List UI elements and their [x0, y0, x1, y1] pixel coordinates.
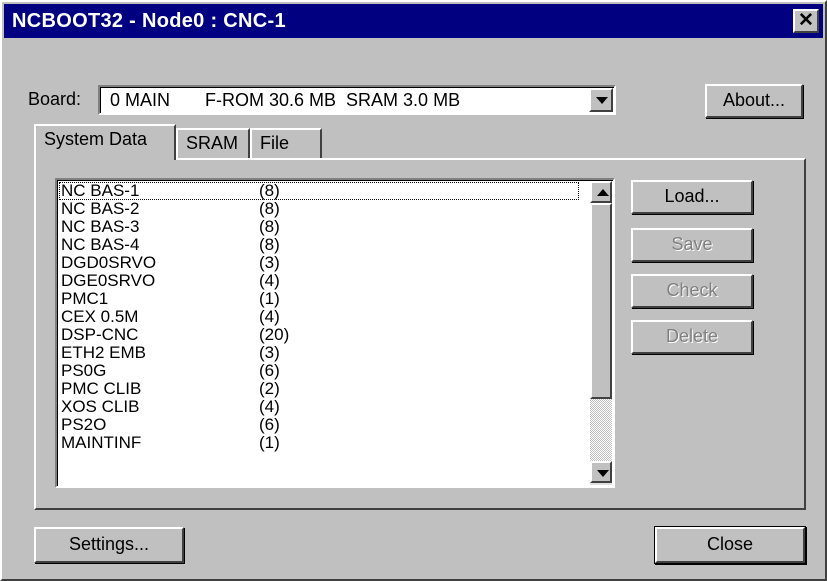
list-item[interactable]: NC BAS-4 (8): [59, 236, 579, 254]
list-item[interactable]: NC BAS-1 (8): [59, 182, 579, 200]
list-rows: NC BAS-1 (8) NC BAS-2 (8) NC BAS-3 (8) NC BAS-…: [59, 182, 579, 452]
scroll-track[interactable]: [590, 399, 612, 461]
close-button[interactable]: Close: [655, 527, 805, 563]
scroll-thumb[interactable]: [590, 203, 612, 399]
tab-file[interactable]: File: [250, 128, 322, 158]
list-item-name: PS2O: [61, 415, 107, 434]
settings-button[interactable]: Settings...: [34, 527, 184, 563]
list-item-count: (20): [259, 325, 290, 344]
about-button-label: About...: [722, 90, 786, 110]
list-item-name: CEX 0.5M: [61, 307, 139, 326]
list-item-count: (3): [259, 253, 280, 272]
list-scrollbar[interactable]: [590, 181, 612, 485]
list-item-count: (6): [259, 415, 280, 434]
list-item[interactable]: CEX 0.5M (4): [59, 308, 579, 326]
list-item-name: NC BAS-2: [61, 199, 140, 218]
about-button[interactable]: About...: [705, 84, 803, 118]
load-button[interactable]: Load...: [631, 180, 753, 214]
list-item[interactable]: NC BAS-2 (8): [59, 200, 579, 218]
list-item[interactable]: ETH2 EMB (3): [59, 344, 579, 362]
list-item-name: NC BAS-3: [61, 217, 140, 236]
scroll-up-button[interactable]: [590, 181, 612, 203]
list-item[interactable]: DGD0SRVO (3): [59, 254, 579, 272]
list-item-name: NC BAS-4: [61, 235, 140, 254]
list-item-count: (1): [259, 433, 280, 452]
list-item[interactable]: NC BAS-3 (8): [59, 218, 579, 236]
check-button-label: Check: [666, 280, 718, 300]
board-select-value: 0 MAIN F-ROM 30.6 MB SRAM 3.0 MB: [110, 90, 461, 110]
tab-sram-label: SRAM: [186, 133, 239, 153]
list-item-name: ETH2 EMB: [61, 343, 147, 362]
tab-system-data[interactable]: System Data: [34, 124, 176, 160]
settings-button-label: Settings...: [68, 534, 150, 554]
close-window-button[interactable]: ✕: [793, 9, 819, 33]
list-item-count: (1): [259, 289, 280, 308]
board-label: Board:: [28, 89, 81, 110]
chevron-down-icon: [597, 470, 609, 477]
list-item-count: (3): [259, 343, 280, 362]
ncboot32-window: NCBOOT32 - Node0 : CNC-1 ✕ Board: 0 MAIN…: [0, 0, 827, 581]
close-button-label: Close: [706, 534, 754, 554]
list-item-count: (8): [259, 217, 280, 236]
list-item-count: (6): [259, 361, 280, 380]
window-title: NCBOOT32 - Node0 : CNC-1: [12, 10, 286, 32]
save-button[interactable]: Save: [631, 228, 753, 262]
delete-button[interactable]: Delete: [631, 320, 753, 354]
list-item-name: NC BAS-1: [61, 181, 140, 200]
list-item[interactable]: XOS CLIB (4): [59, 398, 579, 416]
check-button[interactable]: Check: [631, 274, 753, 308]
list-item[interactable]: PS0G (6): [59, 362, 579, 380]
list-item[interactable]: PMC1 (1): [59, 290, 579, 308]
list-item-name: DSP-CNC: [61, 325, 139, 344]
delete-button-label: Delete: [665, 326, 719, 346]
title-bar[interactable]: NCBOOT32 - Node0 : CNC-1 ✕: [4, 4, 823, 38]
board-dropdown-button[interactable]: [589, 88, 613, 112]
list-item-count: (2): [259, 379, 280, 398]
list-item-count: (4): [259, 307, 280, 326]
list-item-name: DGE0SRVO: [61, 271, 156, 290]
board-label-text: Board:: [28, 89, 82, 109]
list-item-name: PMC1: [61, 289, 109, 308]
board-select[interactable]: 0 MAIN F-ROM 30.6 MB SRAM 3.0 MB: [98, 85, 616, 115]
list-item-name: XOS CLIB: [61, 397, 140, 416]
scroll-down-button[interactable]: [590, 461, 612, 483]
system-data-list[interactable]: NC BAS-1 (8) NC BAS-2 (8) NC BAS-3 (8) NC BAS-…: [55, 178, 615, 488]
list-item-count: (8): [259, 181, 280, 200]
list-item[interactable]: DGE0SRVO (4): [59, 272, 579, 290]
chevron-down-icon: [596, 97, 608, 104]
list-item-name: PS0G: [61, 361, 107, 380]
save-button-label: Save: [671, 234, 713, 254]
load-button-label: Load...: [664, 186, 720, 206]
list-item-count: (8): [259, 199, 280, 218]
list-item-name: PMC CLIB: [61, 379, 142, 398]
list-item-name: DGD0SRVO: [61, 253, 157, 272]
list-item[interactable]: PMC CLIB (2): [59, 380, 579, 398]
list-item[interactable]: MAINTINF (1): [59, 434, 579, 452]
list-item-name: MAINTINF: [61, 433, 142, 452]
list-item-count: (4): [259, 397, 280, 416]
list-item-count: (8): [259, 235, 280, 254]
list-item-count: (4): [259, 271, 280, 290]
close-icon: ✕: [798, 10, 814, 31]
list-item[interactable]: PS2O (6): [59, 416, 579, 434]
tab-system-data-label: System Data: [44, 129, 148, 149]
tab-sram[interactable]: SRAM: [176, 128, 250, 158]
list-item[interactable]: DSP-CNC (20): [59, 326, 579, 344]
chevron-up-icon: [597, 189, 609, 196]
tab-file-label: File: [260, 133, 290, 153]
